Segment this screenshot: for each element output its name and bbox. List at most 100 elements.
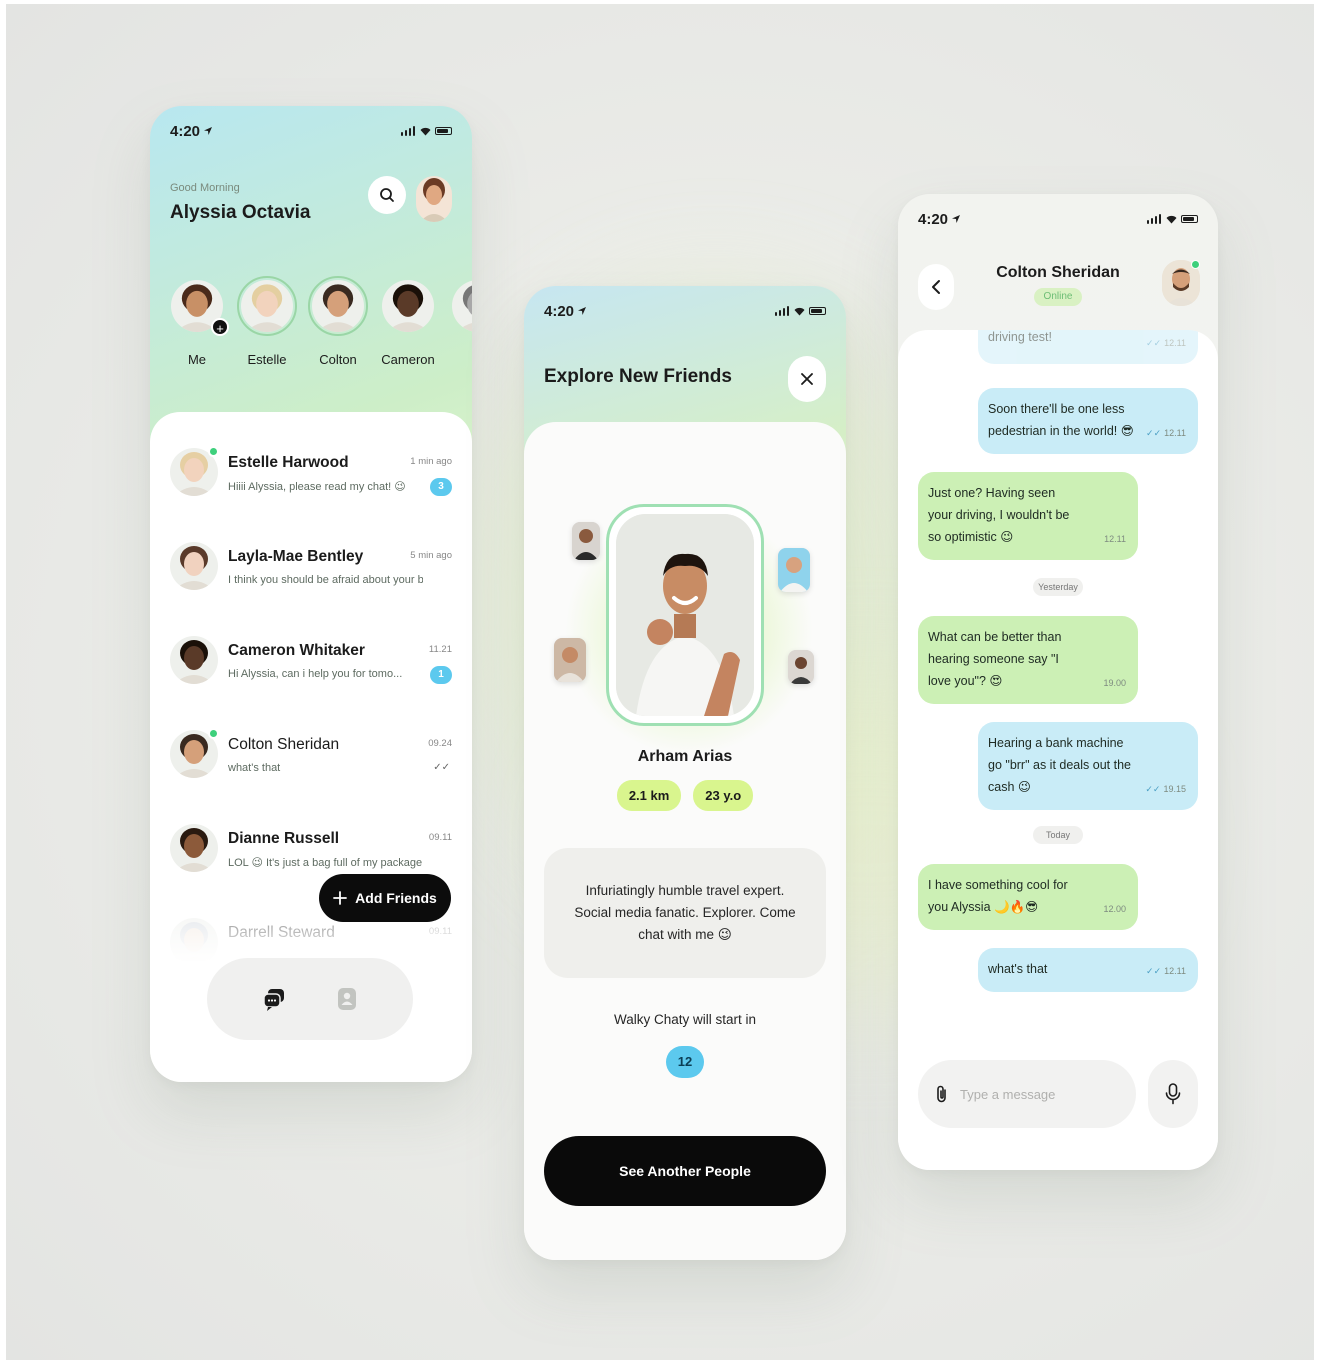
outgoing-message[interactable]: Hearing a bank machine go "brr" as it de… (978, 722, 1198, 810)
message-time: 19.00 (1103, 672, 1126, 694)
message-input[interactable] (960, 1086, 1120, 1102)
unread-badge: 1 (430, 666, 452, 684)
avatar (452, 280, 472, 332)
nearby-person-thumb[interactable] (778, 548, 810, 592)
message-text: driving test! (988, 330, 1052, 344)
story-ring (237, 276, 297, 336)
day-separator: Today (1033, 826, 1083, 844)
start-countdown-label: Walky Chaty will start in (613, 1012, 757, 1027)
search-button[interactable] (368, 176, 406, 214)
nearby-person-thumb[interactable] (572, 522, 600, 560)
story-name: Estelle (247, 352, 287, 367)
chat-contact-name: Cameron Whitaker (228, 642, 365, 659)
profile-avatar[interactable] (416, 176, 452, 222)
read-tick-icon: ✓✓ (1146, 428, 1162, 438)
battery-icon (809, 307, 826, 315)
story-al[interactable]: Al (442, 276, 472, 367)
status-bar: 4:20 (524, 286, 846, 336)
message-time-text: 12.11 (1164, 966, 1186, 976)
online-indicator (208, 446, 219, 457)
battery-icon (1181, 215, 1198, 223)
message-time: ✓✓ 12.11 (1146, 422, 1186, 444)
story-name: Cameron (381, 352, 435, 367)
chat-list-item[interactable]: Estelle Harwood Hiiii Alyssia, please rea… (150, 442, 472, 516)
chat-preview: Hi Alyssia, can i help you for tomo... (228, 668, 403, 680)
story-cameron[interactable]: Cameron (372, 276, 444, 367)
contact-status-badge: Online (1034, 288, 1082, 306)
home-screen: 4:20 Good Morning Alyssia Octavia + Me Est… (150, 106, 472, 1082)
message-time: ✓✓ 12.11 (1146, 332, 1186, 354)
plus-icon: + (211, 318, 229, 336)
read-tick-icon: ✓✓ (1146, 966, 1162, 976)
story-name: Al (442, 352, 472, 367)
message-time-text: 12.11 (1164, 338, 1186, 348)
message-time-text: 19.00 (1103, 678, 1126, 688)
story-name: Colton (319, 352, 357, 367)
signal-icon (400, 126, 415, 136)
avatar (170, 636, 218, 684)
incoming-message[interactable]: Just one? Having seen your driving, I wo… (918, 472, 1138, 560)
chat-list-item[interactable]: Colton Sheridan what's that 09.24 ✓✓ (150, 724, 472, 798)
unread-badge: 3 (430, 478, 452, 496)
chat-preview: what's that (228, 762, 281, 774)
message-time-text: 12.11 (1104, 534, 1126, 544)
chat-time: 5 min ago (410, 550, 452, 561)
message-time-text: 19.15 (1163, 784, 1186, 794)
message-time: ✓✓ 12.11 (1146, 960, 1186, 982)
chat-time: 09.11 (428, 832, 452, 843)
avatar (170, 542, 218, 590)
person-tags: 2.1 km 23 y.o (524, 780, 846, 811)
story-ring (448, 276, 472, 336)
nearby-person-thumb[interactable] (788, 650, 814, 684)
message-time: 12.00 (1103, 898, 1126, 920)
message-text: what's that (988, 962, 1048, 976)
explore-screen: 4:20 Explore New Friends Arham Arias 2.1… (524, 286, 846, 1260)
status-time-text: 4:20 (170, 122, 201, 140)
search-icon (380, 188, 394, 202)
outgoing-message[interactable]: what's that ✓✓ 12.11 (978, 948, 1198, 992)
story-estelle[interactable]: Estelle (231, 276, 303, 367)
story-colton[interactable]: Colton (302, 276, 374, 367)
chat-time: 09.24 (428, 738, 452, 749)
nearby-person-thumb[interactable] (554, 638, 586, 682)
add-friends-button[interactable]: Add Friends (319, 874, 451, 922)
featured-person-photo[interactable] (606, 504, 764, 726)
chat-preview: LOL 😉 It's just a bag full of my package (228, 857, 423, 869)
avatar (241, 280, 293, 332)
see-another-people-button[interactable]: See Another People (544, 1136, 826, 1206)
story-me[interactable]: + Me (161, 276, 233, 367)
add-friends-label: Add Friends (355, 890, 437, 906)
read-tick-icon: ✓✓ (433, 762, 450, 773)
tab-contacts[interactable] (327, 979, 367, 1019)
chat-list-item[interactable]: Layla-Mae Bentley I think you should be a… (150, 536, 472, 610)
status-icons (1146, 214, 1198, 224)
online-indicator (1191, 260, 1200, 269)
status-time-text: 4:20 (544, 302, 575, 320)
contacts-icon (337, 988, 356, 1010)
location-arrow-icon (952, 215, 961, 223)
location-arrow-icon (578, 307, 587, 315)
greeting-text: Good Morning (170, 182, 240, 194)
location-arrow-icon (204, 127, 213, 135)
status-time-text: 4:20 (918, 210, 949, 228)
distance-tag: 2.1 km (616, 780, 682, 811)
message-time-text: 12.11 (1164, 428, 1186, 438)
outgoing-message[interactable]: driving test! ✓✓ 12.11 (978, 330, 1198, 364)
story-ring (308, 276, 368, 336)
mic-button[interactable] (1148, 1060, 1198, 1128)
status-icons (774, 306, 826, 316)
mic-icon (1165, 1083, 1181, 1105)
signal-icon (774, 306, 789, 316)
incoming-message[interactable]: What can be better than hearing someone … (918, 616, 1138, 704)
incoming-message[interactable]: I have something cool for you Alyssia 🌙🔥… (918, 864, 1138, 930)
message-text: Hearing a bank machine go "brr" as it de… (988, 736, 1131, 794)
bottom-tab-bar (207, 958, 413, 1040)
outgoing-message[interactable]: Soon there'll be one less pedestrian in … (978, 388, 1198, 454)
chat-icon (262, 989, 284, 1011)
person-bio: Infuriatingly humble travel expert. Soci… (544, 848, 826, 978)
chat-time: 1 min ago (410, 456, 452, 467)
attach-icon[interactable] (934, 1084, 950, 1104)
close-button[interactable] (788, 356, 826, 402)
tab-chats[interactable] (254, 979, 294, 1019)
chat-list-item[interactable]: Cameron Whitaker Hi Alyssia, can i help y… (150, 630, 472, 704)
